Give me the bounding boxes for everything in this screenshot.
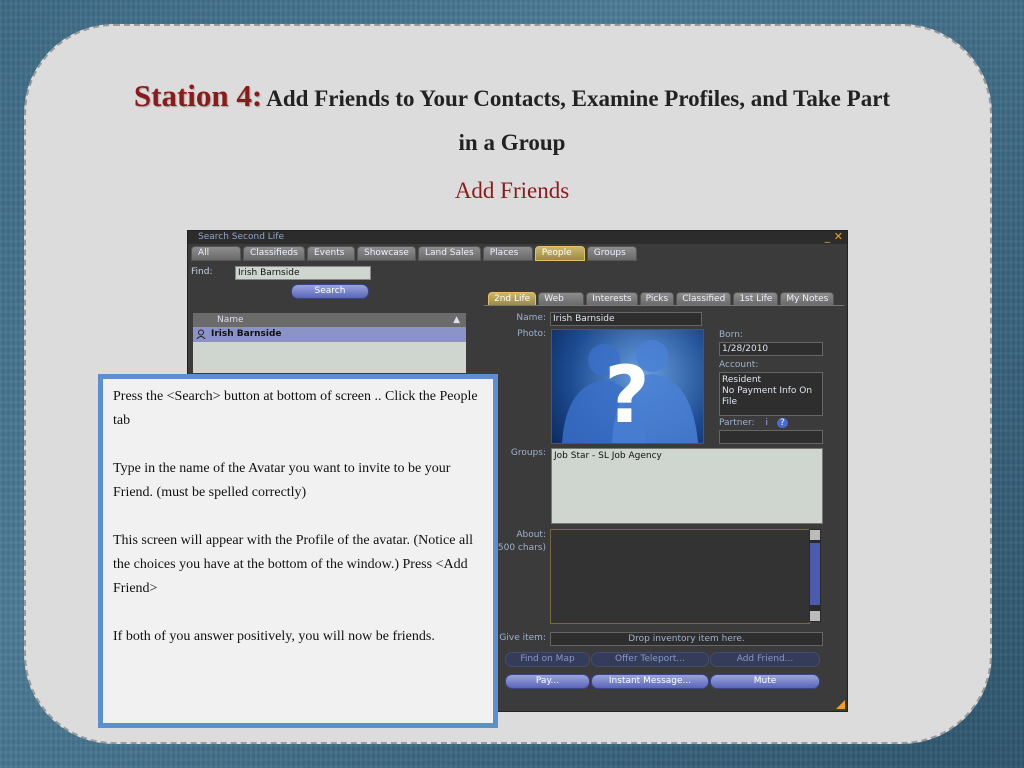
payment-info: No Payment Info On File bbox=[722, 386, 813, 407]
instruction-step-2: Type in the name of the Avatar you want … bbox=[113, 461, 451, 500]
find-label: Find: bbox=[191, 267, 213, 277]
groups-list[interactable]: Job Star - SL Job Agency bbox=[551, 448, 823, 524]
tab-events[interactable]: Events bbox=[307, 246, 355, 261]
window-title: Search Second Life bbox=[198, 232, 284, 242]
partner-label-text: Partner: bbox=[719, 418, 755, 428]
profile-photo: ? bbox=[551, 329, 704, 444]
list-item[interactable]: Job Star - SL Job Agency bbox=[554, 451, 820, 461]
tab-people[interactable]: People bbox=[534, 246, 585, 261]
tab-web[interactable]: Web bbox=[538, 292, 585, 306]
section-heading: Add Friends bbox=[454, 178, 570, 203]
add-friend-button[interactable]: Add Friend... bbox=[710, 652, 820, 667]
instruction-step-3: This screen will appear with the Profile… bbox=[113, 533, 473, 596]
find-input[interactable]: Irish Barnside bbox=[235, 266, 371, 280]
scroll-thumb[interactable] bbox=[810, 543, 820, 605]
tab-showcase[interactable]: Showcase bbox=[357, 246, 416, 261]
tab-interests[interactable]: Interests bbox=[586, 292, 638, 306]
results-header-label: Name bbox=[217, 315, 244, 325]
sort-arrow-icon: ▲ bbox=[453, 315, 460, 325]
instruction-step-1: Press the <Search> button at bottom of s… bbox=[113, 389, 478, 428]
slide-title: Station 4: Add Friends to Your Contacts,… bbox=[0, 78, 1024, 114]
search-button[interactable]: Search bbox=[291, 284, 369, 299]
name-field: Irish Barnside bbox=[550, 312, 702, 326]
tab-picks[interactable]: Picks bbox=[639, 292, 675, 306]
tab-my-notes[interactable]: My Notes bbox=[780, 292, 835, 306]
born-field: 1/28/2010 bbox=[719, 342, 823, 356]
instruction-box: Press the <Search> button at bottom of s… bbox=[98, 374, 498, 728]
search-tabs: All Classifieds Events Showcase Land Sal… bbox=[191, 246, 637, 261]
name-label: Name: bbox=[516, 313, 546, 323]
pay-button[interactable]: Pay... bbox=[505, 674, 590, 689]
results-list: Name ▲ Irish Barnside bbox=[193, 313, 466, 373]
svg-text:?: ? bbox=[604, 351, 649, 441]
account-type: Resident bbox=[722, 375, 762, 385]
scroll-down-icon[interactable] bbox=[810, 611, 820, 621]
tab-2nd-life[interactable]: 2nd Life bbox=[488, 292, 537, 306]
born-label: Born: bbox=[719, 330, 743, 340]
account-label: Account: bbox=[719, 360, 759, 370]
list-item[interactable]: Irish Barnside bbox=[193, 327, 466, 342]
tab-places[interactable]: Places bbox=[482, 246, 533, 261]
result-name: Irish Barnside bbox=[211, 329, 282, 339]
info-icon[interactable]: i bbox=[765, 418, 768, 428]
person-icon bbox=[196, 329, 206, 339]
tab-groups[interactable]: Groups bbox=[586, 246, 637, 261]
tab-classifieds[interactable]: Classifieds bbox=[243, 246, 305, 261]
partner-label: Partner: i ? bbox=[719, 418, 788, 428]
instruction-step-4: If both of you answer positively, you wi… bbox=[113, 629, 435, 644]
divider bbox=[484, 305, 844, 306]
tab-all[interactable]: All bbox=[191, 246, 241, 261]
mute-button[interactable]: Mute bbox=[710, 674, 820, 689]
about-text[interactable] bbox=[550, 529, 810, 624]
help-icon[interactable]: ? bbox=[776, 418, 788, 428]
instant-message-button[interactable]: Instant Message... bbox=[591, 674, 709, 689]
window-titlebar[interactable]: Search Second Life _ ✕ bbox=[188, 231, 847, 244]
slide-subtitle-cont: in a Group bbox=[458, 130, 566, 155]
give-item-dropzone[interactable]: Drop inventory item here. bbox=[550, 632, 823, 646]
find-on-map-button[interactable]: Find on Map bbox=[505, 652, 590, 667]
silhouette-icon: ? bbox=[562, 340, 698, 443]
scroll-up-icon[interactable] bbox=[810, 530, 820, 540]
photo-label: Photo: bbox=[517, 329, 546, 339]
window-controls[interactable]: _ ✕ bbox=[825, 231, 843, 243]
results-header[interactable]: Name ▲ bbox=[193, 313, 466, 327]
tab-land-sales[interactable]: Land Sales bbox=[417, 246, 481, 261]
account-box: Resident No Payment Info On File bbox=[719, 372, 823, 416]
tab-classified[interactable]: Classified bbox=[676, 292, 732, 306]
about-scrollbar[interactable] bbox=[809, 529, 821, 622]
profile-tabs: 2nd Life Web Interests Picks Classified … bbox=[488, 292, 835, 306]
resize-grip-icon[interactable] bbox=[836, 700, 845, 709]
station-label: Station 4: bbox=[133, 78, 263, 113]
offer-teleport-button[interactable]: Offer Teleport... bbox=[591, 652, 709, 667]
slide-subtitle: Add Friends to Your Contacts, Examine Pr… bbox=[266, 86, 891, 111]
tab-1st-life[interactable]: 1st Life bbox=[733, 292, 779, 306]
partner-field bbox=[719, 430, 823, 444]
